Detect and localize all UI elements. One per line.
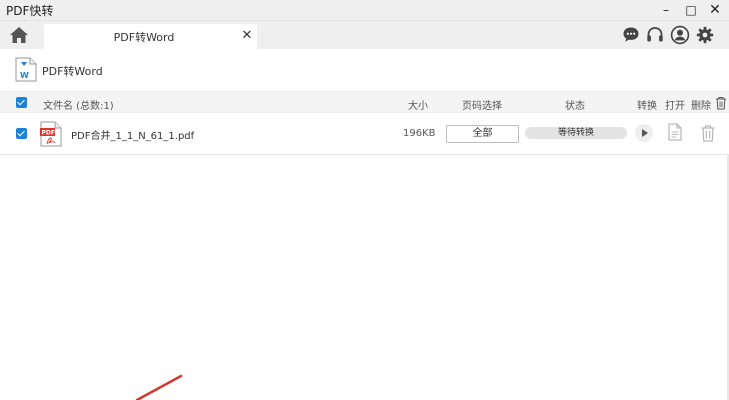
tab-pdf-to-word[interactable]: PDF转Word ✕ <box>44 24 257 49</box>
header-delete: 删除 <box>691 101 711 112</box>
file-name: PDF合并_1_1_N_61_1.pdf <box>71 131 195 142</box>
table-row[interactable]: PDF PDF合并_1_1_N_61_1.pdf 196KB 全部 等待转换 <box>0 113 729 155</box>
status-progress-bar: 等待转换 <box>525 127 627 139</box>
header-filename: 文件名 (总数:1) <box>43 101 114 112</box>
file-size: 196KB <box>403 128 436 139</box>
svg-text:W: W <box>20 71 29 80</box>
header-open: 打开 <box>665 101 685 112</box>
close-window-button[interactable]: ✕ <box>704 0 726 21</box>
header-status: 状态 <box>565 101 585 112</box>
title-bar: PDF快转 – □ ✕ <box>0 0 729 21</box>
app-title: PDF快转 <box>6 4 54 18</box>
tab-close-button[interactable]: ✕ <box>240 28 254 44</box>
row-checkbox[interactable] <box>16 128 27 139</box>
minimize-button[interactable]: – <box>655 0 677 21</box>
home-icon[interactable] <box>8 26 30 44</box>
main-panel: W PDF转Word 文件名 (总数:1) 大小 页码选择 状态 转换 打开 删… <box>0 49 729 400</box>
maximize-button[interactable]: □ <box>680 0 702 21</box>
document-title: PDF转Word <box>42 65 103 78</box>
header-pages: 页码选择 <box>462 101 502 112</box>
tab-label: PDF转Word <box>113 31 175 44</box>
user-icon[interactable] <box>670 25 690 45</box>
headset-icon[interactable] <box>645 25 665 45</box>
svg-text:PDF: PDF <box>42 130 55 137</box>
trash-icon[interactable] <box>700 124 716 142</box>
play-icon[interactable] <box>635 124 653 142</box>
gear-icon[interactable] <box>695 25 715 45</box>
chat-icon[interactable] <box>621 25 641 45</box>
document-header: W PDF转Word <box>0 49 729 91</box>
tab-bar: PDF转Word ✕ <box>0 21 729 49</box>
header-size: 大小 <box>408 101 428 112</box>
header-convert: 转换 <box>637 101 657 112</box>
status-text: 等待转换 <box>557 128 594 138</box>
open-file-icon[interactable] <box>668 123 682 141</box>
word-file-icon: W <box>15 57 37 82</box>
delete-all-icon[interactable] <box>715 95 727 110</box>
page-range-select[interactable]: 全部 <box>446 125 519 143</box>
select-all-checkbox[interactable] <box>16 97 27 108</box>
table-header: 文件名 (总数:1) 大小 页码选择 状态 转换 打开 删除 <box>0 91 729 113</box>
pdf-file-icon: PDF <box>40 121 62 147</box>
